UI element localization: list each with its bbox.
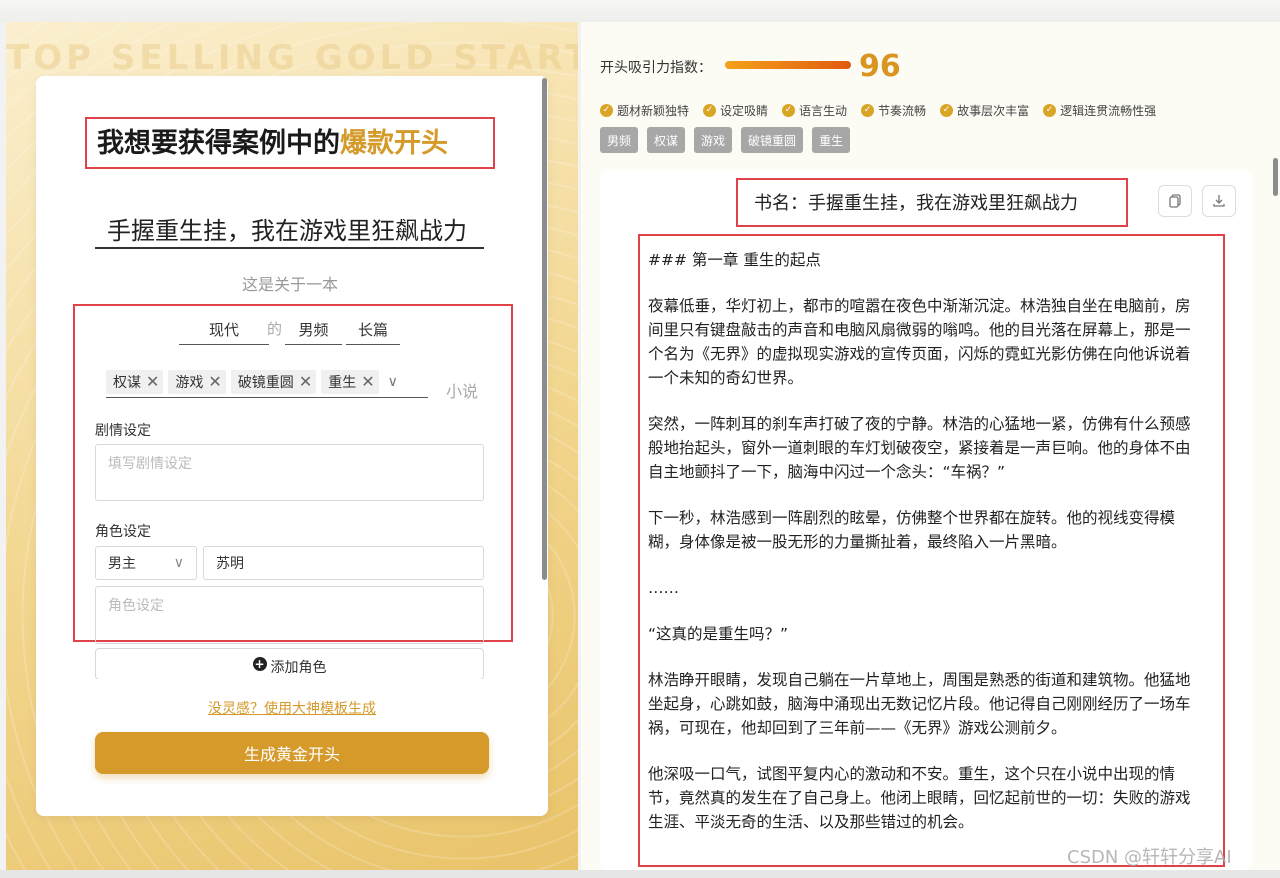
browser-top-strip	[0, 0, 1280, 22]
genre-tag: 男频	[600, 127, 639, 153]
score-value: 96	[859, 49, 901, 84]
genre-tags: 男频 权谋 游戏 破镜重圆 重生	[600, 127, 851, 153]
check-item: ✓ 节奏流畅	[861, 102, 926, 119]
check-item: ✓ 题材新颖独特	[600, 102, 689, 119]
novel-suffix: 小说	[446, 382, 479, 401]
genre-tag: 重生	[812, 127, 851, 153]
generated-content: ### 第一章 重生的起点 夜幕低垂，华灯初上，都市的喧嚣在夜色中渐渐沉淀。林浩…	[648, 248, 1200, 858]
close-icon[interactable]: ✕	[299, 372, 312, 391]
channel-select[interactable]: 男频	[285, 318, 342, 345]
chevron-down-icon[interactable]: ∨	[388, 374, 398, 390]
tag-label: 游戏	[175, 374, 204, 391]
genre-tag: 破镜重圆	[741, 127, 804, 153]
about-label: 这是关于一本	[241, 275, 338, 294]
check-label: 题材新颖独特	[617, 104, 690, 118]
genre-tag: 游戏	[694, 127, 733, 153]
tag-label: 重生	[328, 374, 357, 391]
connector-text: 的	[267, 320, 283, 338]
check-item: ✓ 语言生动	[782, 102, 847, 119]
check-item: ✓ 设定吸睛	[703, 102, 768, 119]
annotation-box-book-title	[736, 178, 1128, 227]
check-circle-icon: ✓	[782, 104, 796, 117]
era-select[interactable]: 现代	[179, 318, 269, 345]
content-paragraph: 突然，一阵刺耳的刹车声打破了夜的宁静。林浩的心猛地一紧，仿佛有什么预感般地抬起头…	[648, 415, 1191, 481]
add-role-label: 添加角色	[270, 660, 327, 676]
check-label: 节奏流畅	[878, 104, 927, 118]
generate-button[interactable]: 生成黄金开头	[95, 732, 489, 774]
check-circle-icon: ✓	[703, 104, 717, 117]
content-paragraph: ……	[648, 579, 679, 597]
download-icon	[1213, 195, 1225, 207]
tag-label: 权谋	[113, 374, 141, 391]
role-name-input[interactable]: 苏明	[203, 546, 484, 580]
plus-circle-icon: +	[252, 657, 267, 671]
copy-icon	[1169, 194, 1181, 208]
annotation-box-headline	[85, 117, 495, 169]
check-label: 逻辑连贯流畅性强	[1060, 104, 1157, 118]
download-button[interactable]	[1202, 185, 1236, 217]
role-type-select[interactable]: 男主 ∨	[95, 546, 197, 580]
score-progress-bar	[725, 61, 851, 69]
content-heading: ### 第一章 重生的起点	[648, 251, 821, 269]
check-circle-icon: ✓	[1043, 104, 1057, 117]
role-textarea[interactable]: 角色设定	[95, 586, 484, 644]
copy-button[interactable]	[1158, 185, 1192, 217]
form-scrollbar[interactable]	[542, 78, 547, 580]
result-scrollbar[interactable]	[1273, 158, 1278, 196]
add-role-button[interactable]: + 添加角色	[95, 648, 484, 680]
template-link[interactable]: 没灵感？使用大神模板生成	[0, 698, 584, 718]
check-label: 语言生动	[799, 104, 848, 118]
check-item: ✓ 故事层次丰富	[940, 102, 1029, 119]
plot-label: 剧情设定	[95, 423, 151, 439]
tag-chip: 重生 ✕	[321, 369, 379, 394]
content-paragraph: 下一秒，林浩感到一阵剧烈的眩晕，仿佛整个世界都在旋转。他的视线变得模糊，身体像是…	[648, 509, 1176, 551]
close-icon[interactable]: ✕	[146, 372, 159, 391]
check-label: 故事层次丰富	[957, 104, 1030, 118]
genre-tag: 权谋	[647, 127, 686, 153]
content-paragraph: 他深吸一口气，试图平复内心的激动和不安。重生，这个只在小说中出现的情节，竟然真的…	[648, 765, 1191, 831]
plot-textarea[interactable]: 填写剧情设定	[95, 444, 484, 501]
check-label: 设定吸睛	[720, 104, 769, 118]
check-circle-icon: ✓	[861, 104, 875, 117]
tag-chip: 游戏 ✕	[168, 369, 226, 394]
book-title-input[interactable]: 手握重生挂，我在游戏里狂飙战力	[95, 207, 484, 249]
check-circle-icon: ✓	[940, 104, 954, 117]
role-type-value: 男主	[108, 556, 136, 572]
tag-chip: 权谋 ✕	[106, 369, 164, 394]
content-paragraph: 林浩睁开眼睛，发现自己躺在一片草地上，周围是熟悉的街道和建筑物。他猛地坐起身，心…	[648, 671, 1191, 737]
check-circle-icon: ✓	[600, 104, 613, 117]
tag-label: 破镜重圆	[237, 374, 294, 391]
score-label: 开头吸引力指数：	[600, 60, 712, 76]
role-label: 角色设定	[95, 524, 151, 540]
tags-select[interactable]: 权谋 ✕ 游戏 ✕ 破镜重圆 ✕ 重生 ✕ ∨	[106, 366, 428, 398]
csdn-watermark: CSDN @轩轩分享AI	[1067, 847, 1232, 868]
length-select[interactable]: 长篇	[346, 318, 400, 345]
chevron-down-icon: ∨	[173, 555, 184, 571]
quality-checks: ✓ 题材新颖独特 ✓ 设定吸睛 ✓ 语言生动 ✓ 节奏流畅 ✓ 故事层次丰富 ✓ 逻辑连贯流…	[600, 102, 1156, 119]
content-paragraph: “这真的是重生吗？”	[648, 625, 789, 643]
bottom-strip	[0, 870, 1280, 878]
close-icon[interactable]: ✕	[361, 372, 374, 391]
check-item: ✓ 逻辑连贯流畅性强	[1043, 102, 1156, 119]
background-watermark: TOP SELLING GOLD START	[6, 38, 578, 78]
content-paragraph: 夜幕低垂，华灯初上，都市的喧嚣在夜色中渐渐沉淀。林浩独自坐在电脑前，房间里只有键…	[648, 297, 1191, 387]
close-icon[interactable]: ✕	[208, 372, 221, 391]
tag-chip: 破镜重圆 ✕	[230, 369, 317, 394]
